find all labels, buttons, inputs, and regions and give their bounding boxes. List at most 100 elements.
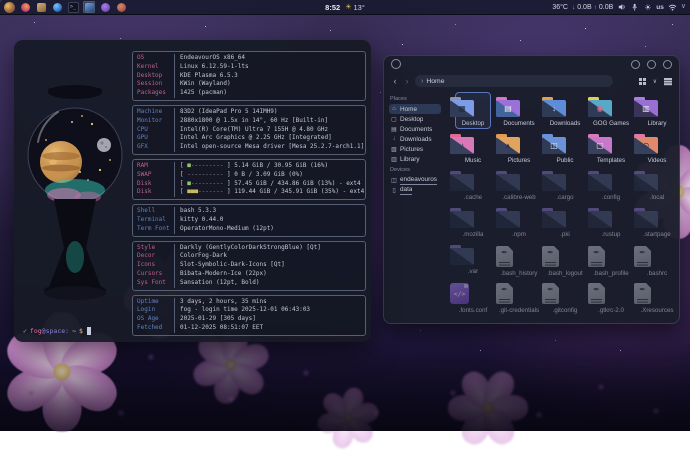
cpu-temp: 36°C bbox=[552, 4, 568, 11]
file-dot-fonts.conf[interactable]: </>.fonts.conf bbox=[450, 281, 496, 314]
forward-button[interactable]: › bbox=[403, 76, 411, 86]
folder-dot-cargo[interactable]: .cargo bbox=[542, 170, 588, 201]
fetch-value: [ ---------- ] 0 B / 3.09 GiB (0%) bbox=[175, 171, 303, 180]
folder-gog games[interactable]: ◉GOG Games bbox=[588, 96, 634, 127]
sidebar-item-home[interactable]: ⌂Home bbox=[389, 104, 441, 114]
prompt-host: @space: bbox=[42, 327, 69, 335]
taskbar-app-terminal[interactable]: >_ bbox=[67, 1, 79, 13]
fetch-label: Disk bbox=[133, 188, 175, 197]
brightness-icon[interactable]: ☀ bbox=[643, 3, 652, 12]
view-grid-icon[interactable] bbox=[639, 78, 646, 85]
top-panel: >_ 8:52 ☀ 13° 36°C ↓ 0.0B ↑ 0.0B ☀ us ∨ bbox=[0, 0, 690, 15]
folder-dot-calibre-web[interactable]: .calibre-web bbox=[496, 170, 542, 201]
file-dot-git-credentials[interactable]: ✒.git-credentials bbox=[496, 281, 542, 314]
hamburger-menu-icon[interactable] bbox=[664, 78, 672, 79]
sidebar-item-desktop[interactable]: ▢Desktop bbox=[389, 114, 441, 124]
fetch-value: fog - login time 2025-12-01 06:43:03 bbox=[175, 306, 310, 315]
fm-sidebar: Places ⌂Home▢Desktop▤Documents↓Downloads… bbox=[384, 90, 447, 323]
folder-dot-pki[interactable]: .pki bbox=[542, 207, 588, 238]
back-button[interactable]: ‹ bbox=[391, 76, 399, 86]
taskbar-app-file-manager[interactable] bbox=[83, 1, 95, 13]
view-chevron-down-icon[interactable]: ∨ bbox=[653, 78, 657, 85]
weather-widget[interactable]: ☀ 13° bbox=[345, 3, 365, 12]
taskbar-app-web-browser[interactable] bbox=[51, 1, 63, 13]
file-dot-bash_logout[interactable]: ✒.bash_logout bbox=[542, 244, 588, 277]
sidebar-item-downloads[interactable]: ↓Downloads bbox=[389, 134, 441, 144]
folder-documents[interactable]: ▤Documents bbox=[496, 96, 542, 127]
wifi-icon[interactable] bbox=[668, 3, 677, 12]
shell-prompt[interactable]: ✓ fog@space: ~ $ bbox=[23, 327, 91, 335]
fetch-label: Uptime bbox=[133, 298, 175, 307]
terminal-window[interactable]: OSEndeavourOS x86_64KernelLinux 6.12.59-… bbox=[14, 40, 371, 342]
file-label: .cargo bbox=[542, 194, 588, 201]
sidebar-item-library[interactable]: ▥Library bbox=[389, 154, 441, 164]
folder-dot-startpage[interactable]: .startpage bbox=[634, 207, 680, 238]
panel-expand-chevron-icon[interactable]: ∨ bbox=[681, 3, 686, 11]
torrent-client-icon bbox=[101, 3, 110, 12]
file-label: Templates bbox=[588, 157, 634, 164]
folder-videos[interactable]: ⊙Videos bbox=[634, 133, 680, 164]
taskbar-app-archive-manager[interactable] bbox=[35, 1, 47, 13]
folder-templates[interactable]: ▢Templates bbox=[588, 133, 634, 164]
fetch-row: KernelLinux 6.12.59-1-lts bbox=[133, 63, 365, 72]
folder-dot-cache[interactable]: .cache bbox=[450, 170, 496, 201]
file-dot-bashrc[interactable]: ✒.bashrc bbox=[634, 244, 680, 277]
clock[interactable]: 8:52 bbox=[325, 3, 340, 12]
sidebar-item-documents[interactable]: ▤Documents bbox=[389, 124, 441, 134]
fetch-value: 2025-01-29 [305 days] bbox=[175, 315, 256, 324]
folder-library[interactable]: ▥Library bbox=[634, 96, 680, 127]
folder-dot-local[interactable]: .local bbox=[634, 170, 680, 201]
download-arrow-icon: ↓ bbox=[572, 4, 575, 11]
sidebar-item-data[interactable]: ▯data bbox=[389, 185, 441, 195]
taskbar-app-firefox[interactable] bbox=[19, 1, 31, 13]
sidebar-item-pictures[interactable]: ▧Pictures bbox=[389, 144, 441, 154]
devices-header: Devices bbox=[390, 167, 447, 173]
file-dot-gtkrc-2.0[interactable]: ✒.gtkrc-2.0 bbox=[588, 281, 634, 314]
places-header: Places bbox=[390, 96, 447, 102]
folder-pictures[interactable]: ▲Pictures bbox=[496, 133, 542, 164]
file-label: Documents bbox=[496, 120, 542, 127]
folder-music[interactable]: ♪Music bbox=[450, 133, 496, 164]
volume-icon[interactable] bbox=[617, 3, 626, 12]
fetch-value: KDE Plasma 6.5.3 bbox=[175, 72, 238, 81]
folder-icon bbox=[496, 211, 542, 228]
breadcrumb[interactable]: › Home bbox=[415, 75, 613, 87]
taskbar-app-torrent-client[interactable] bbox=[99, 1, 111, 13]
folder-icon: ▲ bbox=[496, 137, 542, 154]
fetch-row: DesktopKDE Plasma 6.5.3 bbox=[133, 72, 365, 81]
fetch-label: Disk bbox=[133, 180, 175, 189]
folder-dot-config[interactable]: .config bbox=[588, 170, 634, 201]
folder-dot-npm[interactable]: .npm bbox=[496, 207, 542, 238]
minimize-button[interactable] bbox=[631, 60, 640, 69]
folder-dot-var[interactable]: .var bbox=[450, 244, 496, 275]
microphone-icon[interactable] bbox=[630, 3, 639, 12]
folder-desktop[interactable]: ▦Desktop bbox=[450, 96, 496, 127]
library-icon: ▥ bbox=[391, 156, 397, 163]
file-dot-bash_history[interactable]: ✒.bash_history bbox=[496, 244, 542, 277]
close-button[interactable] bbox=[663, 60, 672, 69]
file-manager-window[interactable]: ‹ › › Home ∨ Places ⌂Home▢Desktop▤Docume… bbox=[383, 55, 680, 324]
sidebar-item-endeavouros[interactable]: ◫endeavouros bbox=[389, 175, 441, 185]
titlebar-app-icon[interactable] bbox=[391, 59, 401, 69]
folder-icon: ⊙ bbox=[634, 137, 680, 154]
keyboard-layout[interactable]: us bbox=[656, 4, 664, 11]
file-dot-gitconfig[interactable]: ✒.gitconfig bbox=[542, 281, 588, 314]
sidebar-item-label: Library bbox=[400, 156, 420, 163]
folder-public[interactable]: ◫Public bbox=[542, 133, 588, 164]
maximize-button[interactable] bbox=[647, 60, 656, 69]
data-icon: ▯ bbox=[391, 187, 397, 194]
taskbar-app-app-launcher[interactable] bbox=[3, 1, 15, 13]
cpu-temp-widget[interactable]: 36°C bbox=[552, 4, 568, 11]
web-browser-icon bbox=[53, 3, 62, 12]
taskbar-app-media-app[interactable] bbox=[115, 1, 127, 13]
file-dot-bash_profile[interactable]: ✒.bash_profile bbox=[588, 244, 634, 277]
prompt-path: ~ bbox=[72, 327, 76, 335]
folder-downloads[interactable]: ↓Downloads bbox=[542, 96, 588, 127]
file-dot-xresources[interactable]: ✒.Xresources bbox=[634, 281, 680, 314]
folder-dot-rustup[interactable]: .rustup bbox=[588, 207, 634, 238]
net-speed-widget[interactable]: ↓ 0.0B ↑ 0.0B bbox=[572, 4, 613, 11]
fm-titlebar[interactable] bbox=[384, 56, 679, 72]
folder-dot-mozilla[interactable]: .mozilla bbox=[450, 207, 496, 238]
fetch-row: Packages1425 (pacman) bbox=[133, 89, 365, 98]
fetch-value: OperatorMono-Medium (12pt) bbox=[175, 225, 274, 234]
